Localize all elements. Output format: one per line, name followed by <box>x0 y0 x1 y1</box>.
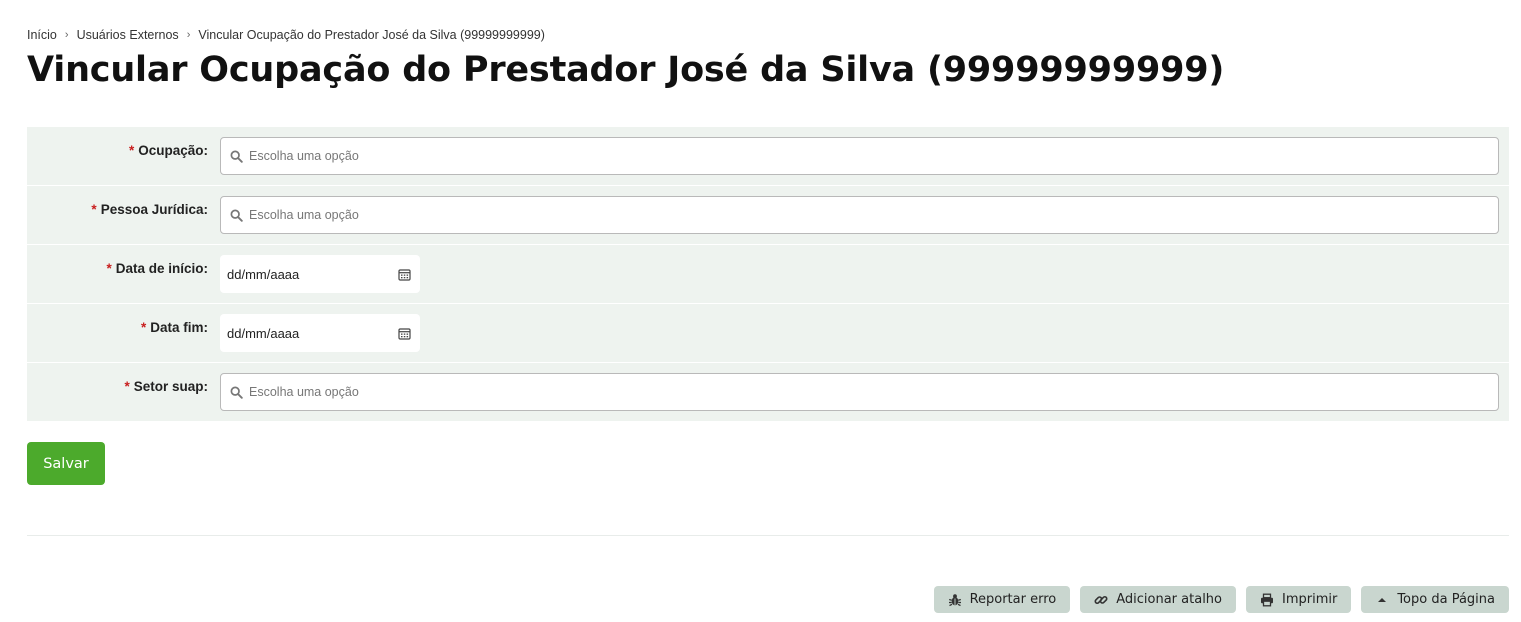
field-label-text: Setor suap: <box>133 379 208 394</box>
data-inicio-value: dd/mm/aaaa <box>227 266 300 282</box>
search-icon <box>230 386 243 399</box>
pessoa-juridica-select[interactable]: Escolha uma opção <box>220 196 1499 234</box>
form-row-setor-suap: * Setor suap: Escolha uma opção <box>27 363 1509 421</box>
calendar-icon[interactable] <box>398 327 411 340</box>
footer-actions: Reportar erro Adicionar atalho Imprimir … <box>933 586 1509 613</box>
calendar-icon[interactable] <box>398 268 411 281</box>
required-mark: * <box>140 320 147 335</box>
form-row-data-fim: * Data fim: dd/mm/aaaa <box>27 304 1509 363</box>
field-label-data-inicio: * Data de início: <box>28 261 208 276</box>
required-mark: * <box>124 379 130 394</box>
required-mark: * <box>128 143 135 158</box>
search-icon <box>230 150 243 163</box>
required-mark: * <box>91 202 97 217</box>
data-fim-input[interactable]: dd/mm/aaaa <box>220 314 420 352</box>
field-label-text: Data de início: <box>115 261 208 276</box>
field-label-text: Ocupação: <box>138 143 208 158</box>
setor-suap-select[interactable]: Escolha uma opção <box>220 373 1499 411</box>
form-row-data-inicio: * Data de início: dd/mm/aaaa <box>27 245 1509 304</box>
link-icon <box>1094 593 1108 607</box>
add-shortcut-button[interactable]: Adicionar atalho <box>1080 586 1236 613</box>
field-label-text: Pessoa Jurídica: <box>100 202 208 217</box>
required-mark: * <box>106 261 112 276</box>
page: Início › Usuários Externos › Vincular Oc… <box>0 0 1521 622</box>
back-to-top-button[interactable]: Topo da Página <box>1361 586 1509 613</box>
occupation-form: * Ocupação: Escolha uma opção * Pessoa Jur… <box>27 127 1509 421</box>
report-error-button[interactable]: Reportar erro <box>933 586 1071 613</box>
search-icon <box>230 209 243 222</box>
data-fim-value: dd/mm/aaaa <box>227 325 300 341</box>
ocupacao-placeholder: Escolha uma opção <box>249 149 359 163</box>
chevron-right-icon: › <box>64 29 69 41</box>
field-label-setor-suap: * Setor suap: <box>28 379 208 394</box>
back-to-top-label: Topo da Página <box>1397 592 1495 607</box>
form-row-pessoa-juridica: * Pessoa Jurídica: Escolha uma opção <box>27 186 1509 245</box>
printer-icon <box>1260 593 1274 607</box>
pessoa-juridica-placeholder: Escolha uma opção <box>249 208 359 222</box>
print-label: Imprimir <box>1282 592 1338 607</box>
caret-up-icon <box>1375 593 1389 607</box>
data-inicio-input[interactable]: dd/mm/aaaa <box>220 255 420 293</box>
breadcrumb-link-inicio[interactable]: Início <box>27 28 57 42</box>
report-error-label: Reportar erro <box>969 592 1057 607</box>
setor-suap-placeholder: Escolha uma opção <box>249 385 359 399</box>
ocupacao-select[interactable]: Escolha uma opção <box>220 137 1499 175</box>
page-title: Vincular Ocupação do Prestador José da S… <box>27 50 1225 90</box>
field-label-data-fim: * Data fim: <box>28 320 208 335</box>
chevron-right-icon: › <box>186 29 191 41</box>
add-shortcut-label: Adicionar atalho <box>1116 592 1222 607</box>
form-row-ocupacao: * Ocupação: Escolha uma opção <box>27 127 1509 186</box>
breadcrumb-link-usuarios-externos[interactable]: Usuários Externos <box>77 28 179 42</box>
divider <box>27 535 1509 536</box>
breadcrumb-current: Vincular Ocupação do Prestador José da S… <box>198 28 545 42</box>
field-label-text: Data fim: <box>150 320 208 335</box>
save-button[interactable]: Salvar <box>27 442 105 485</box>
breadcrumb: Início › Usuários Externos › Vincular Oc… <box>27 28 545 42</box>
bug-icon <box>948 593 962 607</box>
field-label-ocupacao: * Ocupação: <box>28 143 208 158</box>
field-label-pessoa-juridica: * Pessoa Jurídica: <box>28 202 208 217</box>
print-button[interactable]: Imprimir <box>1246 586 1352 613</box>
